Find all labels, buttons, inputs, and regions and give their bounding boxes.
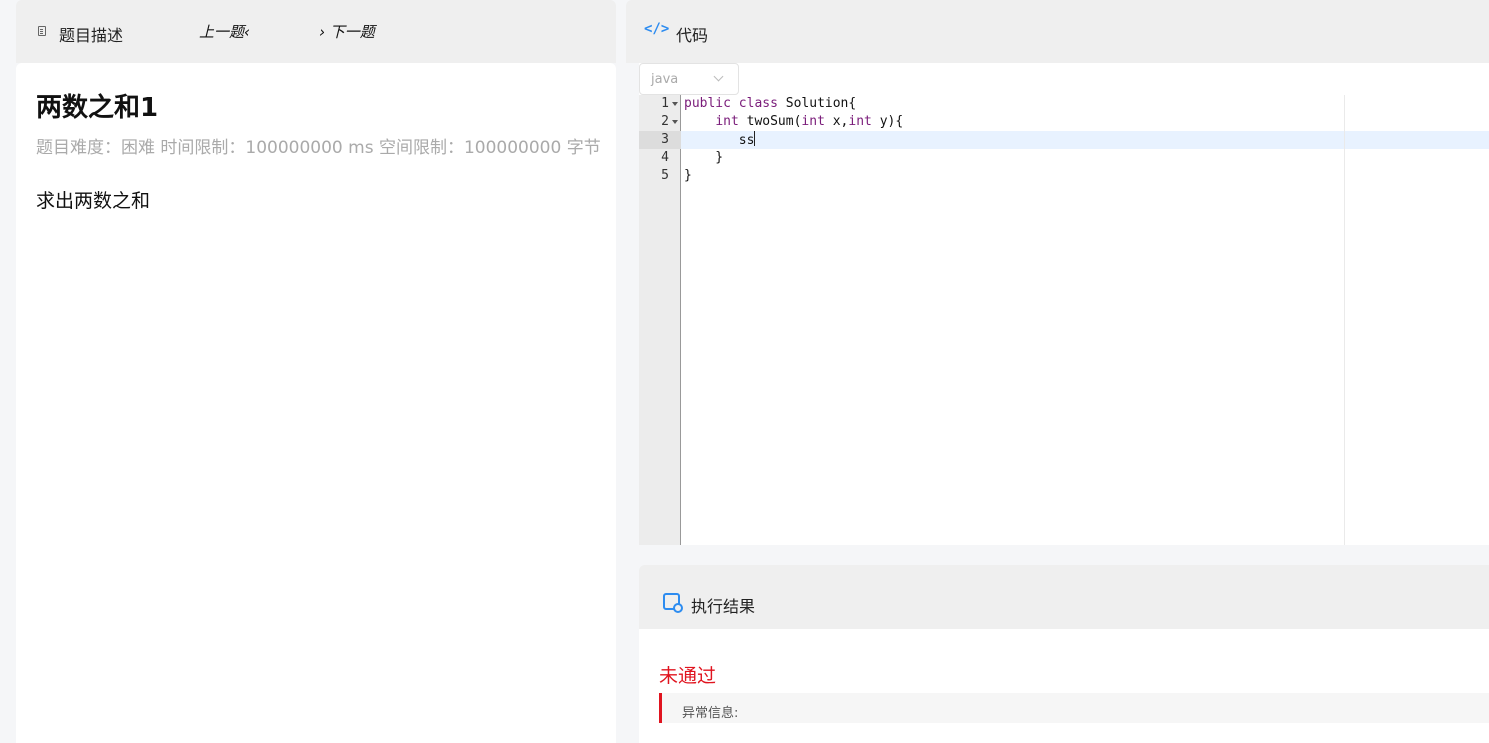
problem-tab-title: 题目描述: [59, 26, 124, 45]
code-line-3[interactable]: ss: [684, 131, 756, 149]
result-panel-title: 执行结果: [691, 597, 756, 616]
problem-meta: 题目难度：困难 时间限制：100000000 ms 空间限制：100000000…: [36, 138, 601, 158]
code-line-1[interactable]: public class Solution{: [684, 95, 856, 113]
code-text: x,: [824, 114, 849, 129]
problem-description: 求出两数之和: [36, 190, 151, 212]
chevron-down-icon: [713, 71, 724, 82]
text-cursor: [754, 131, 756, 146]
keyword: class: [738, 96, 778, 111]
line-number: 5: [661, 168, 669, 183]
problem-title: 两数之和1: [36, 93, 159, 123]
fold-arrow-icon[interactable]: [672, 102, 678, 106]
problem-panel: 题目描述 上一题‹ › 下一题 两数之和1 题目难度：困难 时间限制：10000…: [16, 0, 616, 743]
line-number: 2: [661, 114, 669, 129]
line-number: 1: [661, 96, 669, 111]
result-panel-header: 执行结果: [639, 565, 1489, 629]
result-search-icon: [663, 593, 683, 613]
code-line-2[interactable]: int twoSum(int x,int y){: [684, 113, 903, 131]
next-problem-link[interactable]: › 下一题: [319, 21, 375, 42]
code-text: ss: [684, 133, 755, 148]
code-panel-title: 代码: [676, 26, 709, 45]
code-text: }: [684, 150, 724, 165]
language-select[interactable]: java: [639, 63, 739, 95]
code-editor[interactable]: 1 2 3 4 5 public class Solution{ int two…: [639, 63, 1489, 545]
code-text: }: [684, 168, 692, 183]
keyword: int: [801, 114, 825, 129]
problem-content: 两数之和1 题目难度：困难 时间限制：100000000 ms 空间限制：100…: [16, 63, 616, 743]
keyword: int: [848, 114, 872, 129]
code-line-4[interactable]: }: [684, 149, 723, 167]
prev-problem-link[interactable]: 上一题‹: [199, 21, 250, 42]
keyword: int: [715, 114, 739, 129]
result-status: 未通过: [659, 665, 717, 687]
code-text: y){: [871, 114, 904, 129]
fold-arrow-icon[interactable]: [672, 120, 678, 124]
code-line-5[interactable]: }: [684, 167, 692, 185]
line-number: 3: [661, 132, 669, 147]
exception-info-box: 异常信息:: [659, 693, 1489, 723]
line-number: 4: [661, 150, 669, 165]
code-text: twoSum(: [738, 114, 802, 129]
document-icon: [38, 26, 46, 36]
code-text: Solution{: [777, 96, 857, 111]
problem-panel-header: 题目描述 上一题‹ › 下一题: [16, 0, 616, 63]
active-line-highlight: [639, 131, 1489, 149]
code-panel-header: </> 代码: [626, 0, 1489, 63]
keyword: public: [684, 96, 731, 111]
exception-info-label: 异常信息:: [682, 706, 739, 721]
code-icon: </>: [644, 21, 670, 37]
result-content: 未通过 异常信息:: [639, 629, 1489, 743]
print-margin: [1344, 95, 1345, 545]
language-select-value: java: [651, 72, 679, 87]
